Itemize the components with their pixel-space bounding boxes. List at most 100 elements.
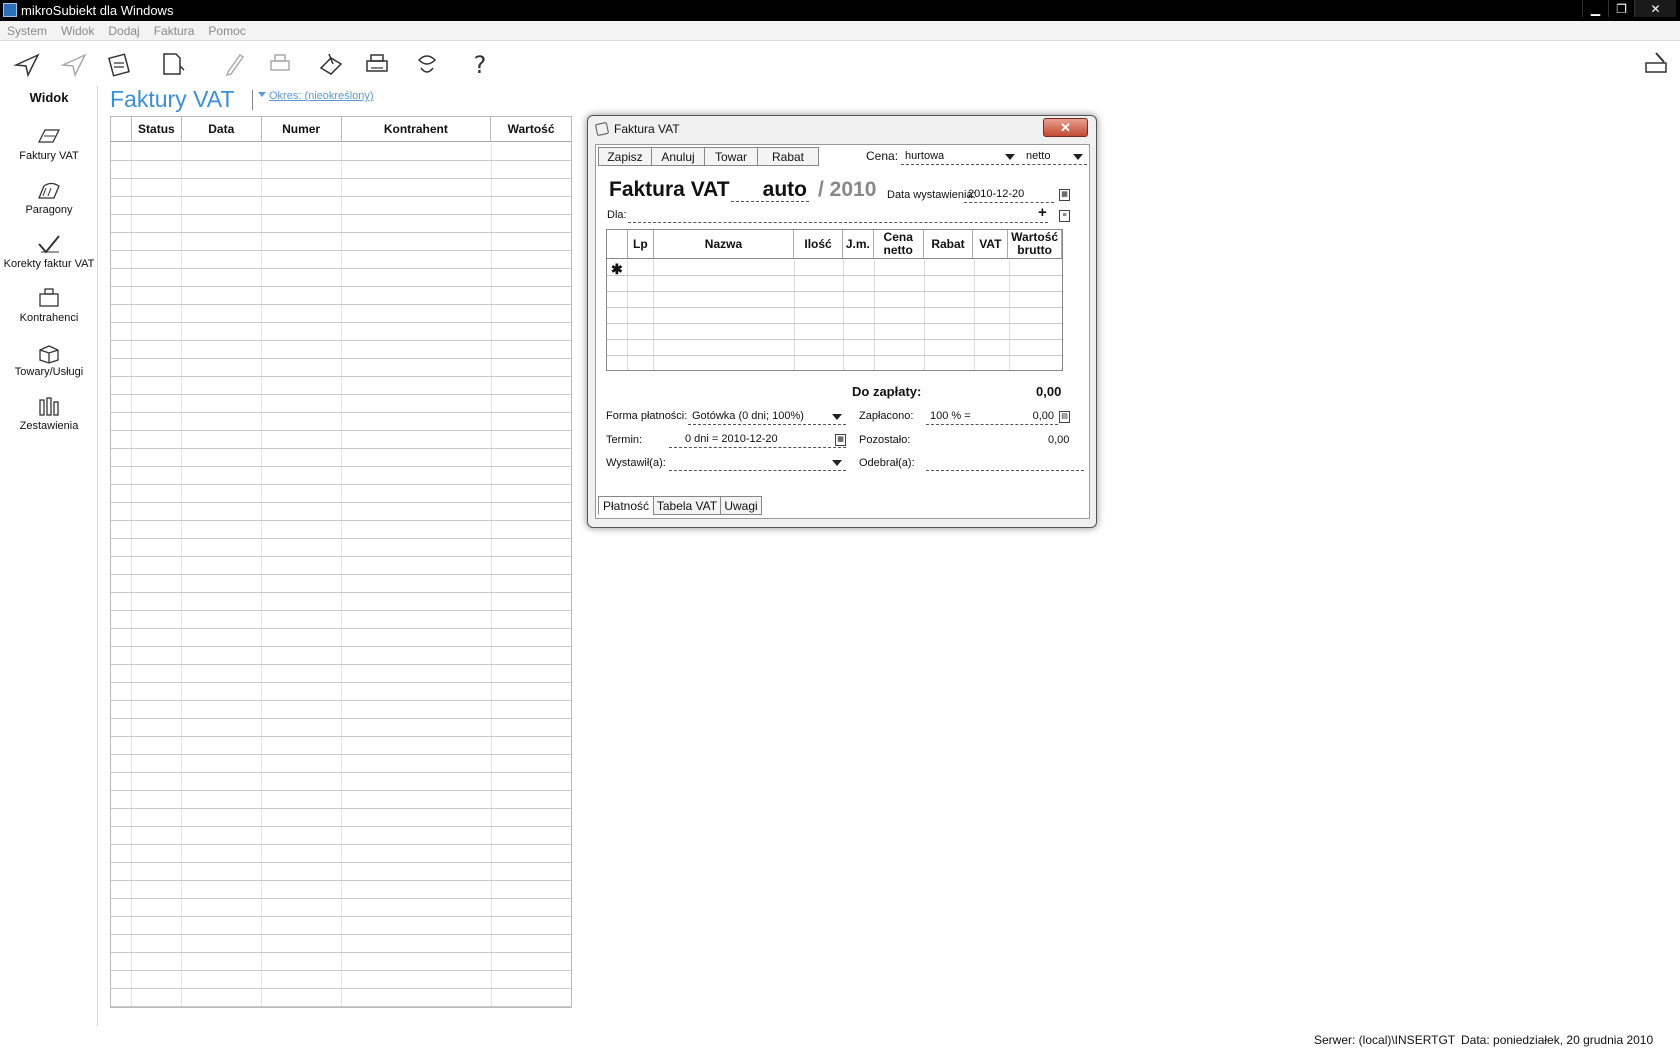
invoice-number-input[interactable]: auto (731, 178, 809, 202)
menu-bar: System Widok Dodaj Faktura Pomoc (0, 21, 1680, 41)
paid-amount-input[interactable]: 100 % = 0,00 (926, 408, 1058, 425)
approve-icon[interactable] (313, 46, 349, 82)
chevron-down-icon (832, 460, 842, 466)
save-button[interactable]: Zapisz (598, 147, 652, 166)
sidebar-heading: Widok (29, 90, 69, 105)
received-by-input[interactable] (926, 454, 1084, 471)
window-controls: ▁ ❐ ✕ (1582, 0, 1676, 17)
minimize-button[interactable]: ▁ (1582, 0, 1608, 17)
product-button[interactable]: Towar (704, 147, 758, 166)
invoice-icon (37, 129, 61, 143)
menu-pomoc[interactable]: Pomoc (208, 24, 245, 38)
column-nazwa[interactable]: Nazwa (654, 230, 795, 258)
buyer-list-icon[interactable]: ≡ (1059, 210, 1070, 222)
calendar-icon[interactable]: ▦ (835, 434, 846, 446)
correction-icon (38, 235, 60, 254)
column-vat[interactable]: VAT (973, 230, 1009, 258)
line-items-grid[interactable]: Lp Nazwa Ilość J.m. Cena netto Rabat VAT… (606, 229, 1063, 371)
server-status: Serwer: (local)\INSERTGT (1314, 1033, 1456, 1047)
help-icon[interactable]: ? (462, 46, 498, 82)
invoice-grid[interactable]: Status Data Numer Kontrahent Wartość (110, 116, 572, 1008)
issue-date-input[interactable]: 2010-12-20 (964, 186, 1054, 203)
column-jm[interactable]: J.m. (843, 230, 874, 258)
tools-icon[interactable] (409, 46, 445, 82)
sidebar-item-kontrahenci[interactable]: Kontrahenci (0, 286, 98, 324)
column-ilosc[interactable]: Ilość (794, 230, 843, 258)
line-items-header: Lp Nazwa Ilość J.m. Cena netto Rabat VAT… (607, 230, 1062, 259)
column-wartosc-brutto[interactable]: Wartość brutto (1008, 230, 1062, 258)
remaining-value: 0,00 (1048, 434, 1070, 446)
remaining-label: Pozostało: (859, 434, 911, 446)
grid-header: Status Data Numer Kontrahent Wartość (111, 117, 571, 142)
send-icon[interactable] (9, 46, 45, 82)
window-title: mikroSubiekt dla Windows (21, 3, 174, 18)
tab-uwagi[interactable]: Uwagi (720, 496, 762, 515)
app-icon (3, 3, 17, 17)
sidebar-item-towary[interactable]: Towary/Usługi (0, 340, 98, 378)
menu-faktura[interactable]: Faktura (154, 24, 195, 38)
column-rabat[interactable]: Rabat (924, 230, 974, 258)
column-cena-netto[interactable]: Cena netto (874, 230, 924, 258)
sidebar-item-korekty[interactable]: Korekty faktur VAT (0, 232, 98, 270)
menu-widok[interactable]: Widok (61, 24, 94, 38)
column-lp[interactable]: Lp (628, 230, 654, 258)
issued-by-label: Wystawił(a): (606, 457, 666, 469)
column-numer[interactable]: Numer (262, 117, 342, 141)
payment-method-label: Forma płatności: (606, 410, 688, 422)
buyer-label: Dla: (607, 209, 627, 221)
calendar-icon[interactable]: ▦ (1059, 189, 1070, 201)
column-status[interactable]: Status (132, 117, 182, 141)
price-type-select[interactable]: hurtowa (901, 148, 1019, 165)
add-buyer-button[interactable]: + (1038, 204, 1047, 221)
price-label: Cena: (866, 149, 899, 163)
close-window-button[interactable]: ✕ (1634, 0, 1676, 17)
contractors-icon (39, 288, 59, 307)
buyer-input[interactable] (628, 206, 1048, 223)
print-icon[interactable] (359, 46, 395, 82)
sidebar: Widok Faktury VAT Paragony Korekty faktu… (0, 86, 98, 1026)
term-input[interactable]: 0 dni = 2010-12-20 (669, 431, 846, 448)
sidebar-item-zestawienia[interactable]: Zestawienia (0, 394, 98, 432)
sidebar-item-label: Zestawienia (19, 420, 79, 432)
dialog-toolbar: Zapisz Anuluj Towar Rabat (598, 147, 819, 166)
maximize-button[interactable]: ❐ (1608, 0, 1634, 17)
dialog-tabs: Płatność Tabela VAT Uwagi (598, 496, 762, 515)
document-type: Faktura VAT (609, 178, 730, 201)
column-wartosc[interactable]: Wartość (491, 117, 571, 141)
sidebar-item-label: Kontrahenci (19, 312, 79, 324)
row-selector-header (111, 117, 132, 141)
edit-icon[interactable] (216, 46, 252, 82)
dialog-close-button[interactable]: ✕ (1043, 118, 1088, 137)
new-document-icon[interactable] (154, 46, 190, 82)
sidebar-item-faktury-vat[interactable]: Faktury VAT (0, 124, 98, 162)
issued-by-select[interactable] (669, 454, 846, 471)
menu-system[interactable]: System (7, 24, 47, 38)
period-filter[interactable]: Okres: (nieokreślony) (258, 90, 374, 102)
payment-method-select[interactable]: Gotówka (0 dni; 100%) (688, 408, 846, 425)
discount-button[interactable]: Rabat (757, 147, 819, 166)
amount-due-value: 0,00 (1036, 384, 1062, 399)
send-disabled-icon[interactable] (56, 46, 92, 82)
title-separator (252, 90, 253, 110)
tab-tabela-vat[interactable]: Tabela VAT (653, 496, 721, 515)
sidebar-item-label: Korekty faktur VAT (3, 258, 95, 270)
line-items-body[interactable] (607, 260, 1062, 370)
price-basis-select[interactable]: netto (1022, 148, 1087, 165)
invoice-year: / 2010 (818, 178, 877, 201)
tab-platnosc[interactable]: Płatność (598, 496, 654, 515)
sidebar-item-paragony[interactable]: Paragony (0, 178, 98, 216)
notes-icon[interactable] (102, 46, 138, 82)
cancel-button[interactable]: Anuluj (651, 147, 705, 166)
print-preview-icon[interactable] (262, 46, 298, 82)
goods-icon (39, 345, 59, 364)
invoice-dialog: Faktura VAT ✕ Zapisz Anuluj Towar Rabat … (587, 115, 1097, 528)
grid-body[interactable] (111, 143, 571, 1007)
sidebar-item-label: Faktury VAT (19, 150, 79, 162)
sidebar-item-label: Towary/Usługi (14, 366, 84, 378)
dialog-title-bar: Faktura VAT (594, 121, 680, 137)
column-kontrahent[interactable]: Kontrahent (342, 117, 492, 141)
column-data[interactable]: Data (182, 117, 262, 141)
calculator-icon[interactable]: ▤ (1059, 411, 1070, 423)
printer-settings-icon[interactable] (1638, 46, 1674, 82)
menu-dodaj[interactable]: Dodaj (108, 24, 139, 38)
